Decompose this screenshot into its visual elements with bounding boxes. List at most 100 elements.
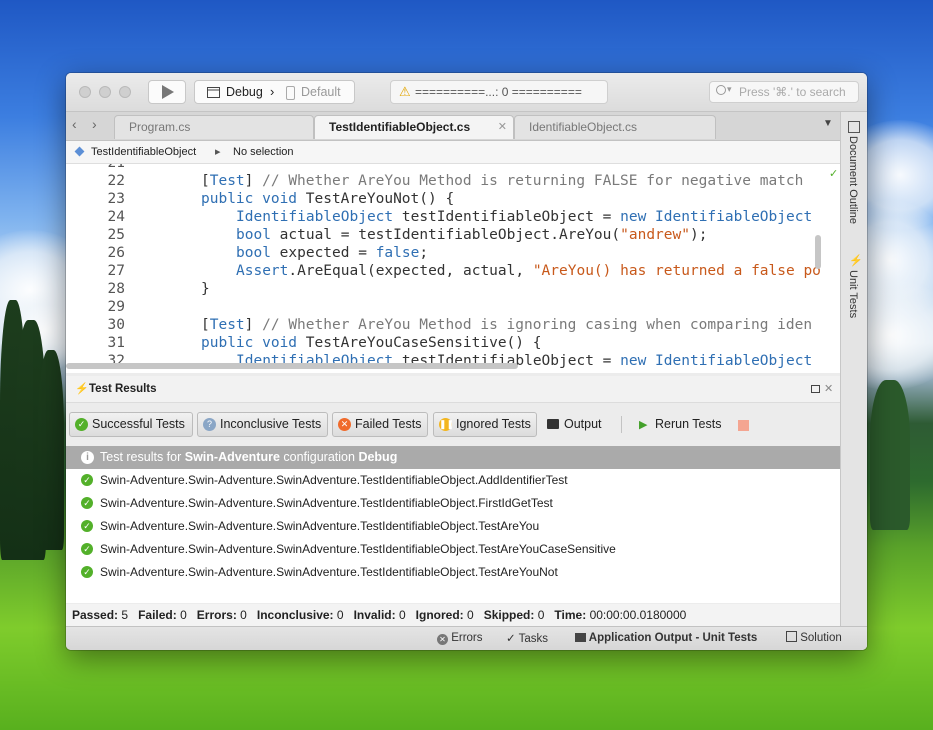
- horizontal-scrollbar[interactable]: [66, 363, 518, 369]
- breadcrumb-selection[interactable]: No selection: [233, 141, 294, 163]
- line-number: 25: [107, 227, 125, 243]
- test-result-row[interactable]: ✓ Swin-Adventure.Swin-Adventure.SwinAdven…: [66, 492, 840, 515]
- unit-tests-pad[interactable]: Unit Tests: [847, 270, 859, 318]
- search-icon: [716, 85, 726, 95]
- code-token: IdentifiableObject: [236, 209, 394, 225]
- code-token: );: [689, 227, 708, 243]
- failed-label: Failed:: [138, 608, 177, 622]
- code-line: Assert.AreEqual(expected, actual, "AreYo…: [236, 263, 821, 279]
- code-token: [: [201, 317, 210, 333]
- code-token: IdentifiableObject: [655, 353, 813, 369]
- code-line: bool actual = testIdentifiableObject.Are…: [236, 227, 707, 243]
- document-outline-icon: [848, 121, 860, 133]
- vertical-scrollbar[interactable]: [815, 235, 821, 269]
- check-icon: ✓: [506, 631, 516, 645]
- tab-test-identifiable-object[interactable]: TestIdentifiableObject.cs ✕: [314, 115, 514, 139]
- code-token: expected =: [270, 245, 376, 261]
- tasks-pad-button[interactable]: ✓ Tasks: [506, 627, 548, 650]
- rerun-icon: ▶: [639, 419, 648, 431]
- button-label: Successful Tests: [92, 417, 185, 431]
- info-prefix: Test results for: [100, 450, 185, 464]
- button-label: Failed Tests: [355, 417, 422, 431]
- line-number: 24: [107, 209, 125, 225]
- nav-back-icon[interactable]: ‹: [72, 116, 77, 132]
- info-icon: i: [81, 451, 94, 464]
- tab-label: Program.cs: [129, 120, 191, 134]
- code-token: TestAreYouCaseSensitive() {: [305, 335, 542, 351]
- search-input[interactable]: ▾ Press '⌘.' to search: [709, 81, 859, 103]
- test-result-row[interactable]: ✓ Swin-Adventure.Swin-Adventure.SwinAdven…: [66, 469, 840, 492]
- code-token: testIdentifiableObject =: [393, 209, 621, 225]
- build-status[interactable]: ⚠ ==========...: 0 ==========: [390, 80, 608, 104]
- test-result-row[interactable]: ✓ Swin-Adventure.Swin-Adventure.SwinAdven…: [66, 561, 840, 584]
- code-token: ]: [244, 173, 263, 189]
- toolbar-divider: [621, 416, 622, 433]
- panel-title: Test Results: [89, 383, 157, 395]
- inconclusive-tests-button[interactable]: ? Inconclusive Tests: [197, 412, 328, 437]
- info-middle: configuration: [279, 450, 359, 464]
- successful-tests-button[interactable]: ✓ Successful Tests: [69, 412, 193, 437]
- code-token: ]: [244, 317, 263, 333]
- button-label: Ignored Tests: [456, 417, 531, 431]
- tab-identifiable-object[interactable]: IdentifiableObject.cs: [514, 115, 716, 139]
- tab-label: IdentifiableObject.cs: [529, 120, 638, 134]
- stop-icon[interactable]: [738, 420, 749, 431]
- close-panel-icon[interactable]: ✕: [824, 376, 833, 402]
- test-result-row[interactable]: ✓ Swin-Adventure.Swin-Adventure.SwinAdven…: [66, 515, 840, 538]
- time-value: 00:00:00.0180000: [589, 608, 687, 622]
- play-icon: [162, 85, 174, 99]
- line-number: 31: [107, 335, 125, 351]
- results-info-text: Test results for Swin-Adventure configur…: [100, 446, 397, 469]
- summary-line: Passed: 5 Failed: 0 Errors: 0 Inconclusi…: [72, 604, 686, 626]
- code-line: IdentifiableObject testIdentifiableObjec…: [236, 209, 812, 225]
- rerun-tests-button[interactable]: ▶ Rerun Tests: [634, 412, 721, 437]
- tab-overflow-icon[interactable]: ▼: [823, 118, 833, 129]
- code-token: Test: [209, 317, 245, 333]
- inconclusive-label: Inconclusive:: [256, 608, 334, 622]
- breadcrumb-file[interactable]: TestIdentifiableObject: [91, 141, 196, 163]
- code-line: [Test] // Whether AreYou Method is ignor…: [201, 317, 812, 333]
- code-token: new: [620, 353, 656, 369]
- code-editor[interactable]: 2122[Test] // Whether AreYou Method is r…: [66, 164, 840, 373]
- failed-tests-button[interactable]: ✕ Failed Tests: [332, 412, 428, 437]
- test-name: Swin-Adventure.Swin-Adventure.SwinAdvent…: [100, 519, 540, 533]
- test-summary: Passed: 5 Failed: 0 Errors: 0 Inconclusi…: [66, 604, 840, 626]
- code-token: IdentifiableObject: [655, 209, 813, 225]
- minimize-window-button[interactable]: [99, 86, 111, 98]
- info-project: Swin-Adventure: [184, 450, 280, 464]
- line-number: 23: [107, 191, 125, 207]
- test-name: Swin-Adventure.Swin-Adventure.SwinAdvent…: [100, 496, 553, 510]
- code-line: [Test] // Whether AreYou Method is retur…: [201, 173, 803, 189]
- passed-count: 5: [121, 608, 129, 622]
- code-token: public void: [201, 191, 306, 207]
- code-token: "AreYou() has returned a false po: [532, 263, 821, 279]
- errors-pad-button[interactable]: ✕ Errors: [437, 627, 483, 650]
- code-token: Assert: [236, 263, 289, 279]
- ignored-tests-button[interactable]: ❚❚ Ignored Tests: [433, 412, 537, 437]
- status-bar: ✕ Errors ✓ Tasks Application Output - Un…: [66, 626, 867, 650]
- skipped-label: Skipped:: [483, 608, 535, 622]
- close-window-button[interactable]: [79, 86, 91, 98]
- code-token: }: [201, 281, 210, 297]
- application-output-pad-button[interactable]: Application Output - Unit Tests: [575, 627, 757, 650]
- zoom-window-button[interactable]: [119, 86, 131, 98]
- target-label: Default: [301, 85, 341, 99]
- tab-program[interactable]: Program.cs: [114, 115, 314, 139]
- results-info-row: i Test results for Swin-Adventure config…: [66, 446, 840, 469]
- error-icon: ✕: [338, 418, 351, 431]
- test-result-row[interactable]: ✓ Swin-Adventure.Swin-Adventure.SwinAdven…: [66, 538, 840, 561]
- run-button[interactable]: [148, 80, 186, 104]
- output-button[interactable]: Output: [542, 412, 602, 437]
- chevron-right-icon: ›: [270, 84, 275, 99]
- close-tab-icon[interactable]: ✕: [498, 116, 507, 138]
- code-token: "andrew": [620, 227, 690, 243]
- solution-pad-button[interactable]: Solution: [786, 627, 842, 650]
- passed-icon: ✓: [81, 474, 93, 486]
- nav-forward-icon[interactable]: ›: [92, 116, 97, 132]
- errors-label: Errors:: [196, 608, 237, 622]
- maximize-panel-icon[interactable]: [811, 385, 820, 393]
- document-outline-pad[interactable]: Document Outline: [847, 136, 859, 224]
- line-number: 27: [107, 263, 125, 279]
- configuration-selector[interactable]: Debug › Default: [194, 80, 355, 104]
- line-number: 26: [107, 245, 125, 261]
